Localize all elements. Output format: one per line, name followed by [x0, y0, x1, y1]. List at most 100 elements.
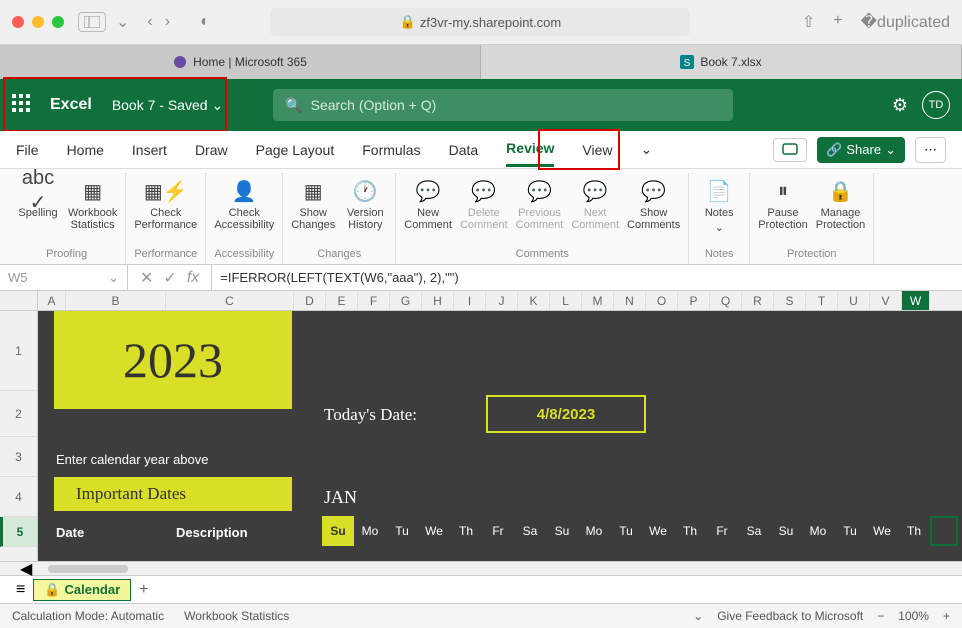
address-bar[interactable]: 🔒 zf3vr-my.sharepoint.com: [270, 8, 690, 36]
day-header[interactable]: Su: [322, 516, 354, 546]
col-J[interactable]: J: [486, 291, 518, 310]
show-comments-button[interactable]: 💬Show Comments: [627, 173, 680, 246]
tab-data[interactable]: Data: [449, 134, 479, 166]
col-F[interactable]: F: [358, 291, 390, 310]
today-date-cell[interactable]: 4/8/2023: [486, 395, 646, 433]
back-button[interactable]: ‹: [147, 13, 152, 31]
horizontal-scrollbar[interactable]: ◀: [0, 561, 962, 575]
scroll-left-icon[interactable]: ◀: [20, 559, 32, 579]
tab-file[interactable]: File: [16, 134, 39, 166]
day-header[interactable]: Mo: [578, 516, 610, 546]
col-U[interactable]: U: [838, 291, 870, 310]
tab-formulas[interactable]: Formulas: [362, 134, 420, 166]
check-accessibility-button[interactable]: 👤Check Accessibility: [214, 173, 274, 246]
col-C[interactable]: C: [166, 291, 294, 310]
zoom-in-icon[interactable]: +: [943, 609, 950, 623]
col-A[interactable]: A: [38, 291, 66, 310]
version-history-button[interactable]: 🕐Version History: [343, 173, 387, 246]
document-name[interactable]: Book 7 - Saved ⌄: [112, 97, 223, 114]
pause-protection-button[interactable]: ⏸Pause Protection: [758, 173, 808, 246]
col-V[interactable]: V: [870, 291, 902, 310]
row-1[interactable]: 1: [0, 311, 37, 391]
new-tab-icon[interactable]: +: [833, 12, 842, 32]
sheet-tab-calendar[interactable]: 🔒 Calendar: [33, 579, 131, 601]
cancel-icon[interactable]: ✕: [140, 268, 153, 288]
workbook-stats-link[interactable]: Workbook Statistics: [184, 609, 289, 623]
year-cell[interactable]: 2023: [54, 311, 292, 409]
col-W[interactable]: W: [902, 291, 930, 310]
sidebar-toggle-icon[interactable]: [78, 12, 106, 32]
tab-more-icon[interactable]: ⌄: [641, 133, 653, 166]
col-Q[interactable]: Q: [710, 291, 742, 310]
dropdown-icon[interactable]: ⌄: [693, 609, 703, 623]
day-header[interactable]: Tu: [610, 516, 642, 546]
col-I[interactable]: I: [454, 291, 486, 310]
col-T[interactable]: T: [806, 291, 838, 310]
row-3[interactable]: 3: [0, 437, 37, 477]
more-options-button[interactable]: ⋯: [915, 137, 946, 163]
maximize-window[interactable]: [52, 16, 64, 28]
day-header[interactable]: Sa: [738, 516, 770, 546]
row-5[interactable]: 5: [0, 517, 37, 547]
app-launcher-icon[interactable]: [12, 94, 34, 116]
select-all-corner[interactable]: [0, 291, 38, 310]
day-header[interactable]: Sa: [514, 516, 546, 546]
workbook-stats-button[interactable]: ▦Workbook Statistics: [68, 173, 117, 246]
col-S[interactable]: S: [774, 291, 806, 310]
day-header[interactable]: We: [866, 516, 898, 546]
spelling-button[interactable]: abc✓Spelling: [16, 173, 60, 246]
calc-mode[interactable]: Calculation Mode: Automatic: [12, 609, 164, 623]
day-header[interactable]: Fr: [482, 516, 514, 546]
tab-draw[interactable]: Draw: [195, 134, 228, 166]
day-header[interactable]: Th: [674, 516, 706, 546]
confirm-icon[interactable]: ✓: [163, 268, 176, 288]
feedback-link[interactable]: Give Feedback to Microsoft: [717, 609, 863, 623]
comments-pane-button[interactable]: [773, 138, 807, 162]
zoom-level[interactable]: 100%: [898, 609, 929, 623]
new-comment-button[interactable]: 💬New Comment: [404, 173, 452, 246]
col-N[interactable]: N: [614, 291, 646, 310]
col-E[interactable]: E: [326, 291, 358, 310]
col-B[interactable]: B: [66, 291, 166, 310]
close-window[interactable]: [12, 16, 24, 28]
col-H[interactable]: H: [422, 291, 454, 310]
browser-tab-book7[interactable]: S Book 7.xlsx: [481, 45, 962, 79]
day-header[interactable]: Mo: [354, 516, 386, 546]
zoom-out-icon[interactable]: −: [877, 609, 884, 623]
worksheet[interactable]: 2023 Today's Date: 4/8/2023 Enter calend…: [38, 311, 962, 561]
share-icon[interactable]: ⇧: [802, 12, 815, 32]
tab-page-layout[interactable]: Page Layout: [256, 134, 335, 166]
privacy-shield-icon[interactable]: ◐: [200, 13, 210, 31]
tab-home[interactable]: Home: [67, 134, 104, 166]
forward-button[interactable]: ›: [165, 13, 170, 31]
notes-button[interactable]: 📄Notes⌄: [697, 173, 741, 246]
col-O[interactable]: O: [646, 291, 678, 310]
settings-icon[interactable]: ⚙: [892, 95, 908, 116]
tabs-icon[interactable]: �duplicated: [861, 12, 950, 32]
day-header[interactable]: Mo: [802, 516, 834, 546]
show-changes-button[interactable]: ▦Show Changes: [291, 173, 335, 246]
row-4[interactable]: 4: [0, 477, 37, 517]
day-header[interactable]: Su: [770, 516, 802, 546]
day-header[interactable]: Th: [450, 516, 482, 546]
day-header[interactable]: Fr: [706, 516, 738, 546]
dropdown-icon[interactable]: ⌄: [116, 12, 129, 32]
col-G[interactable]: G: [390, 291, 422, 310]
day-header[interactable]: We: [418, 516, 450, 546]
manage-protection-button[interactable]: 🔒Manage Protection: [816, 173, 866, 246]
col-K[interactable]: K: [518, 291, 550, 310]
all-sheets-icon[interactable]: ≡: [16, 581, 25, 599]
tab-insert[interactable]: Insert: [132, 134, 167, 166]
col-L[interactable]: L: [550, 291, 582, 310]
day-header[interactable]: Tu: [834, 516, 866, 546]
check-performance-button[interactable]: ▦⚡Check Performance: [134, 173, 197, 246]
row-2[interactable]: 2: [0, 391, 37, 437]
name-box[interactable]: W5⌄: [0, 265, 128, 290]
add-sheet-button[interactable]: +: [139, 581, 148, 599]
col-M[interactable]: M: [582, 291, 614, 310]
scroll-thumb[interactable]: [48, 565, 128, 573]
col-D[interactable]: D: [294, 291, 326, 310]
minimize-window[interactable]: [32, 16, 44, 28]
col-P[interactable]: P: [678, 291, 710, 310]
tab-review[interactable]: Review: [506, 132, 554, 167]
